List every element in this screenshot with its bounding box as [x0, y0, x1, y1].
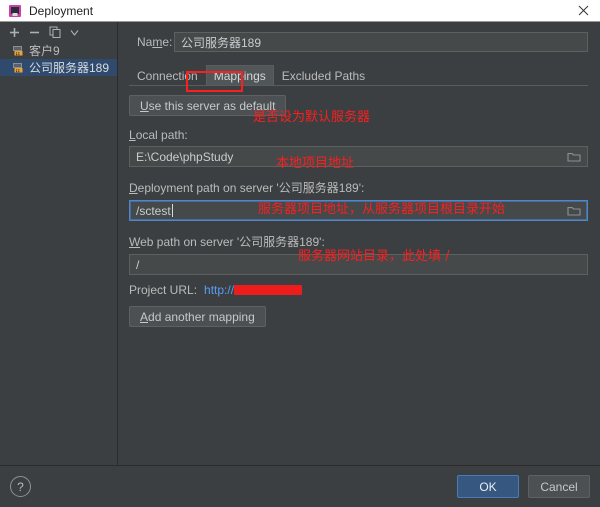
- server-icon: [12, 44, 25, 57]
- project-url-row: Project URL: http://: [129, 283, 588, 297]
- cancel-button[interactable]: Cancel: [528, 475, 590, 498]
- server-settings-panel: Name: 公司服务器189 Connection Mappings Exclu…: [118, 22, 600, 465]
- tab-excluded-paths[interactable]: Excluded Paths: [274, 65, 373, 85]
- local-path-group: Local path: E:\Code\phpStudy: [129, 128, 588, 167]
- mappings-tab-panel: Use this server as default Local path: E…: [126, 86, 588, 327]
- project-url-value[interactable]: http://: [204, 283, 234, 297]
- server-list-panel: 客户9 公司服务器189: [0, 22, 118, 465]
- deployment-path-group: Deployment path on server '公司服务器189': /s…: [129, 179, 588, 221]
- server-list-item-selected[interactable]: 公司服务器189: [0, 59, 117, 76]
- tab-mappings[interactable]: Mappings: [206, 65, 274, 85]
- server-list-item-label: 客户9: [29, 42, 60, 59]
- help-icon[interactable]: ?: [10, 476, 31, 497]
- project-url-label: Project URL:: [129, 283, 197, 297]
- text-caret: [172, 204, 173, 217]
- server-list-item-label: 公司服务器189: [29, 59, 109, 76]
- deployment-path-input[interactable]: /sctest: [129, 200, 588, 221]
- ok-button[interactable]: OK: [457, 475, 519, 498]
- server-list-item[interactable]: 客户9: [0, 42, 117, 59]
- window-title: Deployment: [29, 4, 572, 18]
- close-icon[interactable]: [572, 1, 594, 21]
- name-input-value: 公司服务器189: [181, 34, 261, 51]
- deployment-icon: [8, 4, 22, 18]
- name-row: Name: 公司服务器189: [126, 32, 588, 52]
- deployment-path-label: Deployment path on server '公司服务器189':: [129, 179, 588, 196]
- tab-connection[interactable]: Connection: [129, 65, 206, 85]
- use-server-as-default-button[interactable]: Use this server as default: [129, 95, 286, 116]
- web-path-label: Web path on server '公司服务器189':: [129, 233, 588, 250]
- dialog-footer: ? OK Cancel: [0, 465, 600, 507]
- folder-icon[interactable]: [561, 147, 587, 166]
- web-path-group: Web path on server '公司服务器189': /: [129, 233, 588, 275]
- chevron-down-icon[interactable]: [65, 23, 84, 41]
- local-path-label: Local path:: [129, 128, 588, 142]
- name-label: Name:: [126, 35, 174, 49]
- window-titlebar: Deployment: [0, 0, 600, 22]
- deployment-path-value: /sctest: [130, 204, 561, 218]
- copy-icon[interactable]: [45, 23, 64, 41]
- server-list: 客户9 公司服务器189: [0, 42, 117, 76]
- web-path-input[interactable]: /: [129, 254, 588, 275]
- local-path-input[interactable]: E:\Code\phpStudy: [129, 146, 588, 167]
- folder-icon[interactable]: [561, 201, 587, 220]
- server-list-toolbar: [0, 22, 117, 42]
- add-another-mapping-button[interactable]: Add another mapping: [129, 306, 266, 327]
- redaction-bar: [234, 285, 302, 295]
- settings-tabs: Connection Mappings Excluded Paths: [129, 64, 588, 86]
- plus-icon[interactable]: [5, 23, 24, 41]
- server-icon: [12, 61, 25, 74]
- minus-icon[interactable]: [25, 23, 44, 41]
- local-path-value: E:\Code\phpStudy: [130, 150, 561, 164]
- name-input[interactable]: 公司服务器189: [174, 32, 588, 52]
- web-path-value: /: [130, 258, 587, 272]
- dialog-body: 客户9 公司服务器189: [0, 22, 600, 465]
